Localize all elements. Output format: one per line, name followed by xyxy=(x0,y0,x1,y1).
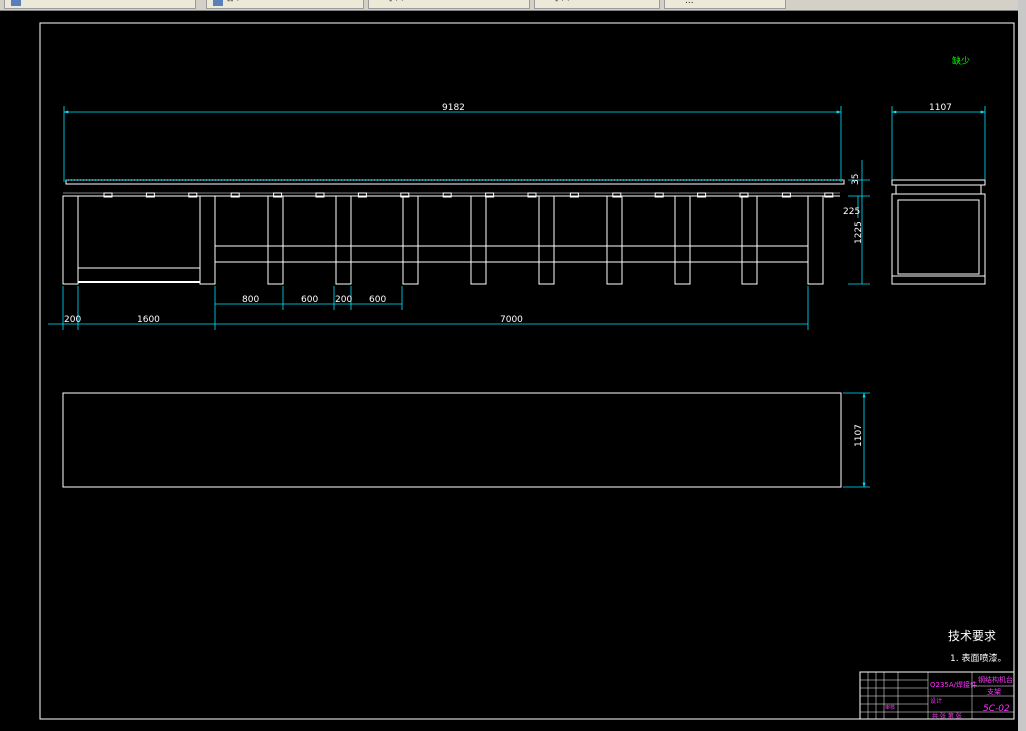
title-part-name: 支架 xyxy=(987,687,1001,696)
dim-bay-2: 600 xyxy=(301,295,318,305)
second-post xyxy=(199,195,216,285)
dim-bay-3: 600 xyxy=(369,295,386,305)
tab-drawing[interactable] xyxy=(4,0,196,9)
tab-label: - · · xyxy=(555,0,570,6)
drawing-icon xyxy=(11,0,21,6)
dim-total-height: 1225 xyxy=(854,221,864,244)
tab-label: - · · xyxy=(389,0,404,6)
post-8 xyxy=(741,195,758,285)
post-1 xyxy=(267,195,284,285)
front-dimension-labels: 9182 800 600 200 600 200 1600 7000 35 22… xyxy=(64,103,864,325)
tech-requirement-item: 1. 表面喷漆。 xyxy=(950,652,1006,664)
dim-bay-1: 800 xyxy=(242,295,259,305)
post-4 xyxy=(470,195,487,285)
post-2 xyxy=(335,195,352,285)
posts xyxy=(267,195,824,285)
front-dimensions xyxy=(48,106,870,330)
title-material: Q235A/焊接件 xyxy=(930,680,977,689)
dim-overall-length: 9182 xyxy=(442,103,465,113)
tab-label: -- · xyxy=(227,0,240,6)
top-plate xyxy=(65,179,845,185)
dim-post-gap: 200 xyxy=(335,295,352,305)
dim-end-width: 1107 xyxy=(929,103,952,113)
front-elevation xyxy=(62,179,845,285)
plan-view xyxy=(62,392,842,488)
tab-window-2[interactable]: -- · xyxy=(206,0,364,9)
window-right-edge xyxy=(1018,0,1026,731)
sheet-border xyxy=(39,22,1015,720)
side-view xyxy=(891,179,986,285)
tab-window-4[interactable]: - · · xyxy=(534,0,660,9)
cad-drawing-canvas[interactable]: 缺少 9182 800 600 200 600 200 1600 7000 35… xyxy=(0,10,1018,731)
tech-requirements-heading: 技术要求 xyxy=(948,629,996,643)
dim-plan-width: 1107 xyxy=(854,424,864,447)
post-6 xyxy=(606,195,623,285)
post-3 xyxy=(402,195,419,285)
title-label-reviewer: 审核 xyxy=(885,704,895,711)
tab-window-5[interactable]: ... xyxy=(664,0,786,9)
title-footer: 共 张 第 张 xyxy=(932,712,962,720)
window-icon xyxy=(213,0,223,6)
tab-window-3[interactable]: - · · xyxy=(368,0,530,9)
title-block: Q235A/焊接件 钢结构机台 支架 5C-02 设计 审核 共 张 第 张 xyxy=(859,671,1015,720)
corner-note: 缺少 xyxy=(952,55,970,67)
post-7 xyxy=(674,195,691,285)
title-drawing-title: 钢结构机台 xyxy=(978,675,1013,684)
title-drawing-number: 5C-02 xyxy=(983,704,1010,714)
dim-beam-depth: 225 xyxy=(843,207,860,217)
dim-left-offset: 200 xyxy=(64,315,81,325)
dim-top-gap: 35 xyxy=(851,174,861,185)
left-post xyxy=(62,195,79,285)
title-label-designer: 设计 xyxy=(930,697,942,705)
tab-label: ... xyxy=(685,0,694,6)
side-dimensions xyxy=(891,106,986,180)
post-9 xyxy=(807,195,824,285)
post-5 xyxy=(538,195,555,285)
dim-main-span: 7000 xyxy=(500,315,523,325)
dim-left-span: 1600 xyxy=(137,315,160,325)
